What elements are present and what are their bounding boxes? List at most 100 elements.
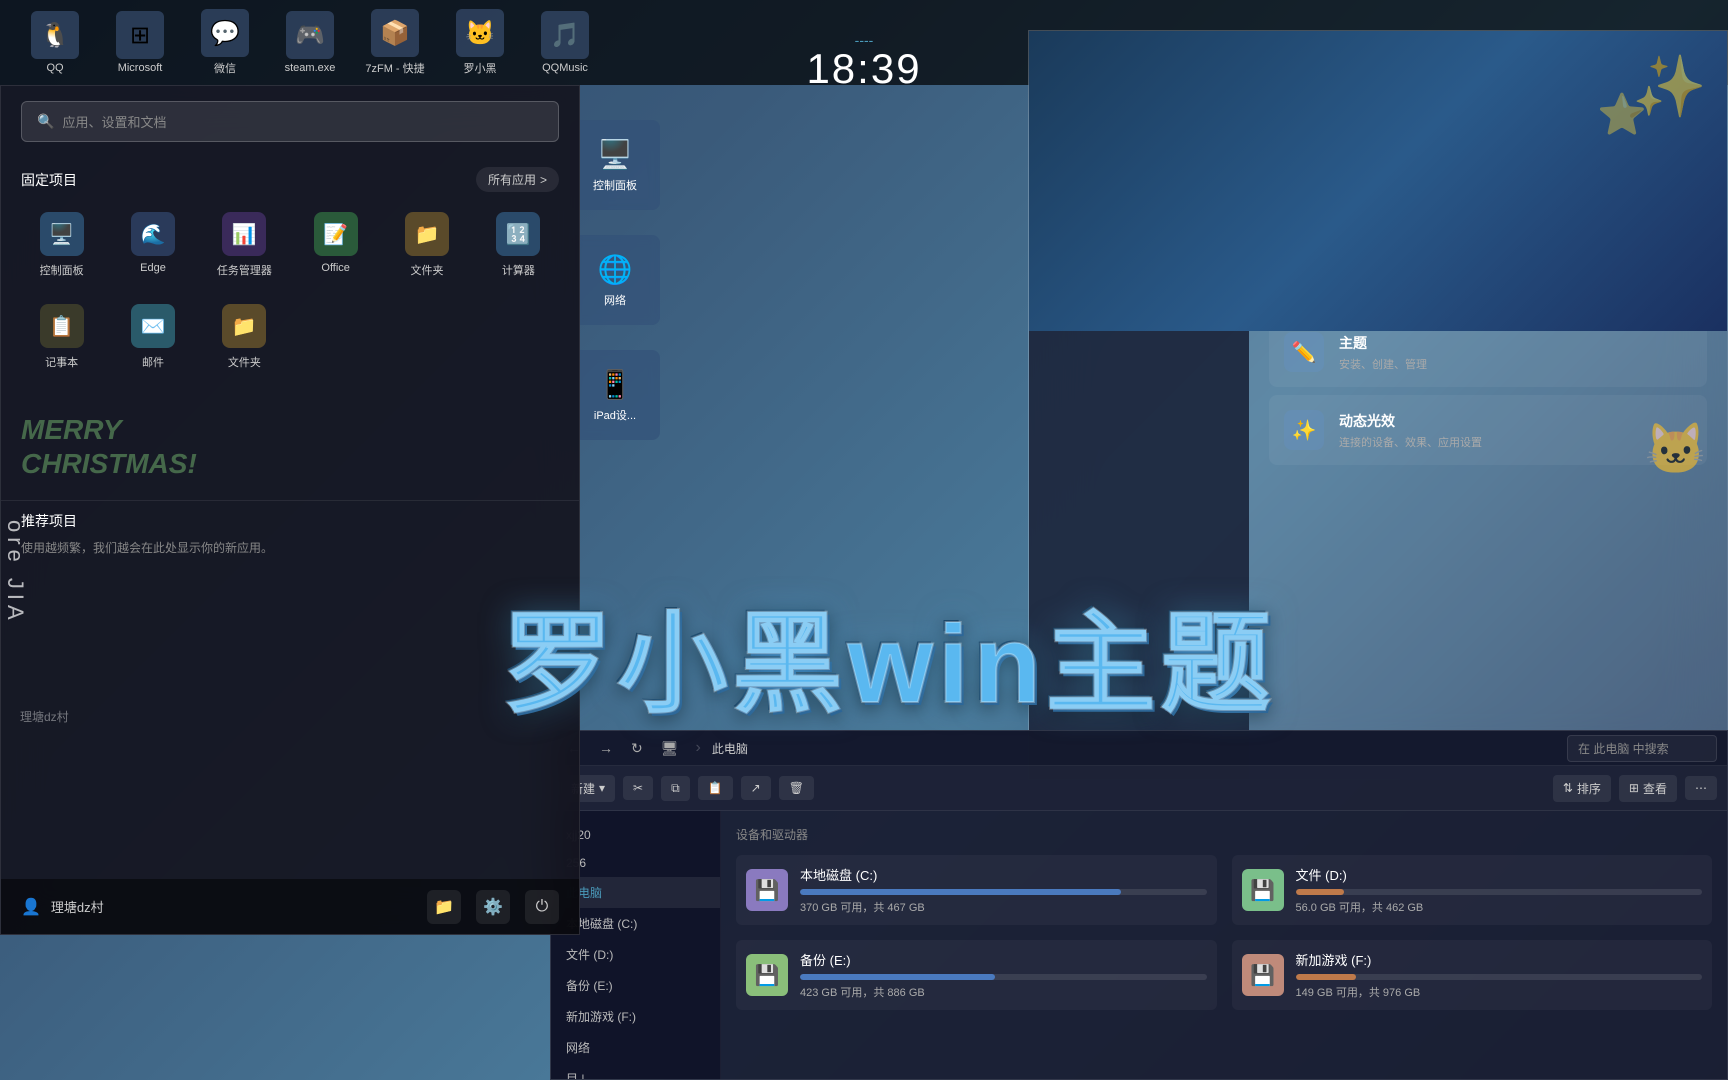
taskbar-icon-qq[interactable]: 🐧 QQ bbox=[20, 11, 90, 74]
more-options-button[interactable]: ⋯ bbox=[1685, 776, 1717, 800]
cut-button[interactable]: ✂ bbox=[623, 776, 653, 800]
icon-image-7zfm: 📦 bbox=[371, 9, 419, 57]
sidebar-item-e-drive[interactable]: 备份 (E:) bbox=[551, 970, 720, 1001]
settings-menu-button[interactable]: ≡ bbox=[1074, 45, 1085, 66]
power-button[interactable]: ⏻ bbox=[525, 890, 559, 924]
delete-button[interactable]: 🗑 bbox=[779, 776, 814, 800]
taskbar-icon-7zfm[interactable]: 📦 7zFM - 快捷 bbox=[360, 9, 430, 76]
ctrl-item-network-desktop[interactable]: 🌐 网络 bbox=[570, 235, 660, 325]
icon-image-qq: 🐧 bbox=[31, 11, 79, 59]
drive-info-e: 备份 (E:) 423 GB 可用，共 886 GB bbox=[800, 950, 1207, 1000]
file-content: xjj20256此电脑本地磁盘 (C:)文件 (D:)备份 (E:)新加游戏 (… bbox=[551, 811, 1727, 1079]
pinned-item-folder2[interactable]: 📁 文件夹 bbox=[204, 296, 285, 378]
share-icon: ↗ bbox=[751, 781, 761, 795]
pinned-icon-edge: 🌊 bbox=[131, 212, 175, 256]
file-main-area: 设备和驱动器 💾 本地磁盘 (C:) 370 GB 可用，共 467 GB 💾 … bbox=[721, 811, 1727, 1079]
drive-info-d: 文件 (D:) 56.0 GB 可用，共 462 GB bbox=[1296, 865, 1703, 915]
pinned-item-mail[interactable]: ✉️ 邮件 bbox=[112, 296, 193, 378]
nav-desktop-btn[interactable]: 🖥 bbox=[655, 738, 685, 759]
nav-separator: › bbox=[696, 739, 701, 757]
user-area[interactable]: 👤 理塘dz村 bbox=[21, 897, 104, 917]
drive-icon-e: 💾 bbox=[746, 954, 788, 996]
nav-refresh-btn[interactable]: ↻ bbox=[625, 738, 649, 759]
desktop-icons-area: 🖥️ 控制面板 🌐 网络 📱 iPad设... bbox=[570, 120, 660, 440]
settings-item-title-background: 背景 bbox=[1339, 177, 1460, 197]
icon-image-microsoft: ⊞ bbox=[116, 11, 164, 59]
ctrl-label-network-desktop: 网络 bbox=[604, 292, 626, 308]
sidebar-item-grid[interactable]: 目 | bbox=[551, 1063, 720, 1079]
all-apps-button[interactable]: 所有应用 > bbox=[476, 167, 559, 192]
drive-item-e[interactable]: 💾 备份 (E:) 423 GB 可用，共 886 GB bbox=[736, 940, 1217, 1010]
start-search-bar[interactable]: 🔍 应用、设置和文档 bbox=[21, 101, 559, 142]
sidebar-item-d-drive[interactable]: 文件 (D:) bbox=[551, 939, 720, 970]
drive-bar-d bbox=[1296, 889, 1703, 895]
settings-text-background: 背景 背景图像、颜色、幻灯片 bbox=[1339, 177, 1460, 216]
pinned-icon-calculator: 🔢 bbox=[496, 212, 540, 256]
settings-item-desc-color: 主题色、透明效果、颜色主题 bbox=[1339, 278, 1482, 294]
pinned-item-task-manager[interactable]: 📊 任务管理器 bbox=[204, 204, 285, 286]
drive-name-c: 本地磁盘 (C:) bbox=[800, 865, 1207, 884]
settings-main: 个性化 🖼️ 背景 背景图像、颜色、幻灯片 🎨 颜色 主题色、透明效果、颜色主题… bbox=[1249, 81, 1727, 779]
icon-label-luoxiaohei: 罗小黑 bbox=[464, 60, 497, 76]
sidebar-item-network[interactable]: 网络 bbox=[551, 1032, 720, 1063]
file-search-input[interactable]: 在 此电脑 中搜索 bbox=[1567, 735, 1717, 762]
paste-button[interactable]: 📋 bbox=[698, 776, 733, 800]
drive-size-f: 149 GB 可用，共 976 GB bbox=[1296, 984, 1703, 1000]
nav-forward-btn[interactable]: → bbox=[593, 738, 619, 758]
settings-body: 个性化 🖼️ 背景 背景图像、颜色、幻灯片 🎨 颜色 主题色、透明效果、颜色主题… bbox=[1029, 81, 1727, 779]
drive-item-f[interactable]: 💾 新加游戏 (F:) 149 GB 可用，共 976 GB bbox=[1232, 940, 1713, 1010]
drive-fill-e bbox=[800, 974, 995, 980]
drive-item-c[interactable]: 💾 本地磁盘 (C:) 370 GB 可用，共 467 GB bbox=[736, 855, 1217, 925]
share-button[interactable]: ↗ bbox=[741, 776, 771, 800]
taskbar-icon-qqmusic[interactable]: 🎵 QQMusic bbox=[530, 11, 600, 74]
pinned-label-folder: 文件夹 bbox=[410, 262, 443, 278]
drive-bar-e bbox=[800, 974, 1207, 980]
settings-item-theme[interactable]: ✏️ 主题 安装、创建、管理 bbox=[1269, 317, 1707, 387]
chevron-down-icon: ▾ bbox=[599, 781, 605, 795]
pinned-item-office[interactable]: 📝 Office bbox=[295, 204, 376, 286]
file-path-label: 此电脑 bbox=[712, 740, 748, 757]
clock-area: 18:39 ---- bbox=[855, 37, 874, 48]
settings-item-title-dynamic-effects: 动态光效 bbox=[1339, 411, 1482, 431]
pinned-icon-task-manager: 📊 bbox=[222, 212, 266, 256]
drive-item-d[interactable]: 💾 文件 (D:) 56.0 GB 可用，共 462 GB bbox=[1232, 855, 1713, 925]
icon-label-wechat: 微信 bbox=[214, 60, 236, 76]
drive-icon-c: 💾 bbox=[746, 869, 788, 911]
pinned-item-edge[interactable]: 🌊 Edge bbox=[112, 204, 193, 286]
settings-text-theme: 主题 安装、创建、管理 bbox=[1339, 333, 1427, 372]
sidebar-item-f-drive[interactable]: 新加游戏 (F:) bbox=[551, 1001, 720, 1032]
pinned-item-folder[interactable]: 📁 文件夹 bbox=[386, 204, 467, 286]
pinned-item-calculator[interactable]: 🔢 计算器 bbox=[478, 204, 559, 286]
copy-button[interactable]: ⧉ bbox=[661, 776, 690, 801]
sort-button[interactable]: ⇅ 排序 bbox=[1553, 775, 1611, 802]
christmas-line1: MERRY bbox=[21, 413, 559, 447]
file-search-placeholder: 在 此电脑 中搜索 bbox=[1578, 740, 1669, 757]
taskbar-icon-luoxiaohei[interactable]: 🐱 罗小黑 bbox=[445, 9, 515, 76]
settings-back-button[interactable]: ← bbox=[1044, 45, 1062, 66]
recommended-desc: 使用越频繁，我们越会在此处显示你的新应用。 bbox=[21, 539, 559, 556]
view-button[interactable]: ⊞ 查看 bbox=[1619, 775, 1677, 802]
drive-fill-d bbox=[1296, 889, 1345, 895]
cut-icon: ✂ bbox=[633, 781, 643, 795]
pinned-label-task-manager: 任务管理器 bbox=[217, 262, 272, 278]
settings-sidebar bbox=[1029, 81, 1249, 779]
clock-time: 18:39 bbox=[806, 45, 921, 93]
start-settings-button[interactable]: ⚙️ bbox=[476, 890, 510, 924]
pinned-label-notepad: 记事本 bbox=[45, 354, 78, 370]
pinned-item-notepad[interactable]: 📋 记事本 bbox=[21, 296, 102, 378]
taskbar-icon-microsoft[interactable]: ⊞ Microsoft bbox=[105, 11, 175, 74]
ctrl-label-ipad-desktop: iPad设... bbox=[594, 407, 636, 423]
settings-icon-dynamic-effects: ✨ bbox=[1284, 410, 1324, 450]
settings-item-color[interactable]: 🎨 颜色 主题色、透明效果、颜色主题 bbox=[1269, 239, 1707, 309]
taskbar-icon-wechat[interactable]: 💬 微信 bbox=[190, 9, 260, 76]
start-folder-button[interactable]: 📁 bbox=[427, 890, 461, 924]
taskbar-icon-steam[interactable]: 🎮 steam.exe bbox=[275, 11, 345, 74]
ctrl-item-control-panel-desktop[interactable]: 🖥️ 控制面板 bbox=[570, 120, 660, 210]
settings-item-dynamic-effects[interactable]: ✨ 动态光效 连接的设备、效果、应用设置 bbox=[1269, 395, 1707, 465]
pinned-label-mail: 邮件 bbox=[142, 354, 164, 370]
settings-item-background[interactable]: 🖼️ 背景 背景图像、颜色、幻灯片 bbox=[1269, 161, 1707, 231]
ctrl-item-ipad-desktop[interactable]: 📱 iPad设... bbox=[570, 350, 660, 440]
drive-bar-c bbox=[800, 889, 1207, 895]
pinned-item-control-panel[interactable]: 🖥️ 控制面板 bbox=[21, 204, 102, 286]
file-nav-bar: ← → ↻ 🖥 › 此电脑 在 此电脑 中搜索 bbox=[551, 731, 1727, 766]
